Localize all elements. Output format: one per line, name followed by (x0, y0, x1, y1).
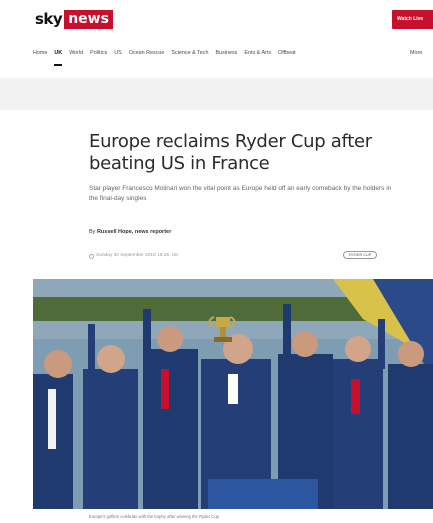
nav-item-world[interactable]: World (69, 47, 83, 59)
byline-author[interactable]: Russell Hope, news reporter (97, 229, 171, 235)
nav-item-home[interactable]: Home (33, 47, 47, 59)
hero-caption: Europe's golfers celebrate with the trop… (89, 514, 219, 519)
hero-photo-illustration (33, 279, 433, 509)
article-headline: Europe reclaims Ryder Cup after beating … (89, 131, 372, 174)
nav-item-science-tech[interactable]: Science & Tech (171, 47, 208, 59)
sky-news-logo[interactable]: sky news (35, 10, 113, 29)
nav-item-ocean-rescue[interactable]: Ocean Rescue (129, 47, 165, 59)
article-dateline: Sunday 30 September 2018 16:25, UK (89, 252, 178, 260)
nav-item-politics[interactable]: Politics (90, 47, 107, 59)
nav-item-uk[interactable]: UK (54, 47, 62, 66)
page: sky news Watch Live Home UK World Politics U… (0, 0, 433, 523)
nav-item-offbeat[interactable]: Offbeat (278, 47, 296, 59)
nav-item-us[interactable]: US (114, 47, 122, 59)
ad-banner-placeholder (0, 78, 433, 110)
clock-icon (89, 253, 94, 259)
nav-more-link[interactable]: More (410, 47, 422, 59)
logo-sky-text: sky (35, 10, 63, 28)
byline-prefix: By (89, 229, 96, 235)
logo-news-text: news (64, 10, 113, 29)
nav-item-business[interactable]: Business (215, 47, 237, 59)
article-byline: By Russell Hope, news reporter (89, 228, 171, 236)
watch-live-button[interactable]: Watch Live (392, 10, 433, 29)
hero-photo (33, 279, 433, 509)
dateline-text: Sunday 30 September 2018 16:25, UK (96, 253, 179, 258)
nav-item-ents-arts[interactable]: Ents & Arts (244, 47, 271, 59)
topic-tag[interactable]: RYDER CUP (343, 251, 378, 259)
site-header: sky news Watch Live Home UK World Politics U… (0, 0, 433, 78)
main-nav: Home UK World Politics US Ocean Rescue Science… (33, 47, 433, 66)
article-standfirst: Star player Francesco Molinari won the v… (89, 185, 392, 202)
